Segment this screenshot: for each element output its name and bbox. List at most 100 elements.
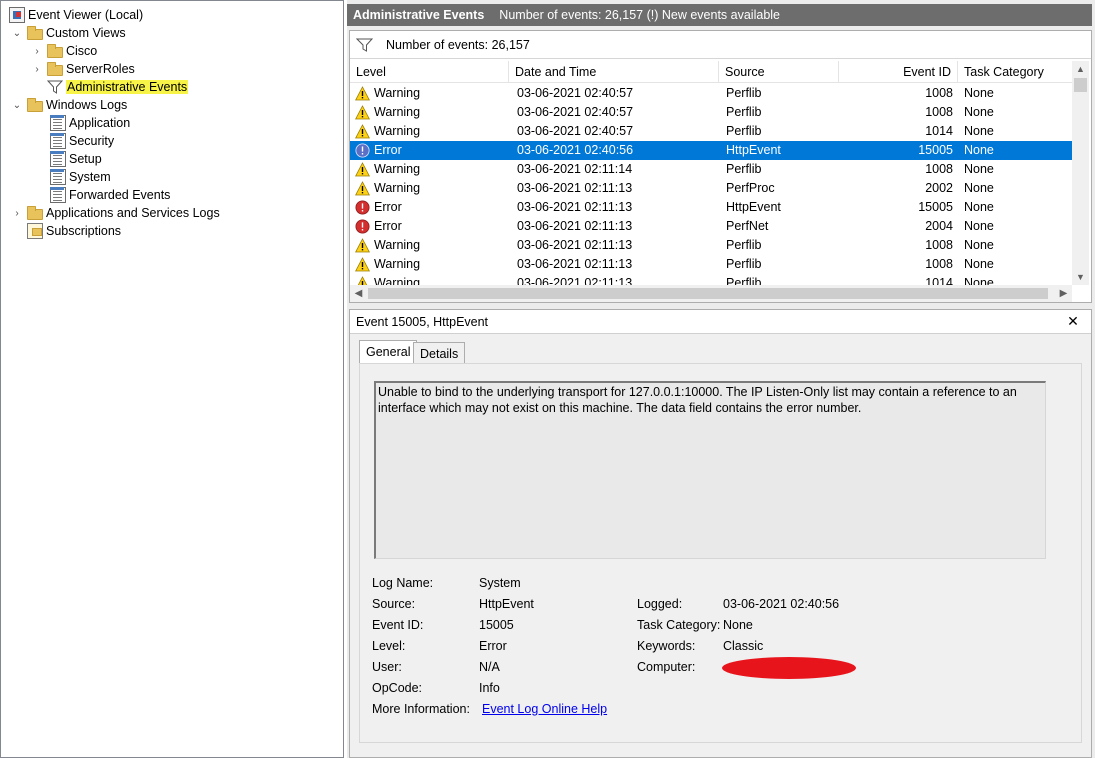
cell-source: Perflib xyxy=(726,124,762,138)
value-keywords: Classic xyxy=(723,639,764,653)
cell-level: Warning xyxy=(374,105,421,119)
subscriptions-icon xyxy=(27,223,43,239)
cell-source: HttpEvent xyxy=(726,200,781,214)
value-user: N/A xyxy=(479,660,500,674)
label-more-information: More Information: xyxy=(372,702,470,716)
tree-item-security-label: Security xyxy=(69,134,115,148)
cell-level: Warning xyxy=(374,181,421,195)
folder-icon xyxy=(47,44,63,58)
tree-item-administrative-events[interactable]: Administrative Events xyxy=(46,78,189,96)
cell-source: Perflib xyxy=(726,105,762,119)
tree-item-cisco[interactable]: › Cisco xyxy=(31,42,97,60)
cell-datetime: 03-06-2021 02:11:13 xyxy=(517,200,633,214)
tree-item-windows-logs[interactable]: ⌄ Windows Logs xyxy=(11,96,127,114)
table-row[interactable]: Warning 03-06-2021 02:11:13 Perflib 1008 Non… xyxy=(350,236,1073,255)
value-log-name: System xyxy=(479,576,521,590)
chevron-right-icon[interactable]: › xyxy=(31,63,43,75)
vertical-scrollbar[interactable]: ▲ ▼ xyxy=(1072,61,1089,285)
value-task-category: None xyxy=(723,618,753,632)
cell-source: HttpEvent xyxy=(726,143,781,157)
cell-task-category: None xyxy=(964,200,994,214)
scroll-down-icon[interactable]: ▼ xyxy=(1072,269,1089,285)
chevron-right-icon[interactable]: › xyxy=(31,45,43,57)
cell-level: Warning xyxy=(374,124,421,138)
column-header-level[interactable]: Level xyxy=(350,61,509,83)
label-event-id: Event ID: xyxy=(372,618,424,632)
scroll-up-icon[interactable]: ▲ xyxy=(1072,61,1089,77)
chevron-right-icon[interactable]: › xyxy=(11,207,23,219)
label-task-category: Task Category: xyxy=(637,618,721,632)
column-header-event-id[interactable]: Event ID xyxy=(839,61,958,83)
table-row[interactable]: Warning 03-06-2021 02:40:57 Perflib 1014 Non… xyxy=(350,122,1073,141)
event-log-online-help-link[interactable]: Event Log Online Help xyxy=(482,701,607,717)
tree-item-application[interactable]: Application xyxy=(50,114,130,132)
cell-datetime: 03-06-2021 02:40:57 xyxy=(517,105,634,119)
table-row[interactable]: Error 03-06-2021 02:40:56 HttpEvent 15005 No… xyxy=(350,141,1073,160)
table-row[interactable]: Error 03-06-2021 02:11:13 PerfNet 2004 None xyxy=(350,217,1073,236)
label-logged: Logged: xyxy=(637,597,683,611)
column-header-date-time[interactable]: Date and Time xyxy=(509,61,719,83)
scroll-left-icon[interactable]: ◀ xyxy=(350,285,367,302)
tree-item-application-label: Application xyxy=(69,116,131,130)
scroll-thumb[interactable] xyxy=(1074,78,1087,92)
cell-task-category: None xyxy=(964,124,994,138)
tree-item-serverroles-label: ServerRoles xyxy=(66,62,135,76)
event-grid: Level Date and Time Source Event ID Task… xyxy=(350,61,1073,285)
table-row[interactable]: Warning 03-06-2021 02:40:57 Perflib 1008 Non… xyxy=(350,103,1073,122)
folder-icon xyxy=(27,26,43,40)
filter-icon xyxy=(46,79,64,95)
filter-bar: Number of events: 26,157 xyxy=(350,31,1091,59)
close-icon[interactable]: ✕ xyxy=(1065,313,1081,329)
grid-header: Level Date and Time Source Event ID Task… xyxy=(350,61,1073,83)
column-header-task-category[interactable]: Task Category xyxy=(958,61,1073,83)
log-icon xyxy=(50,133,66,149)
table-row[interactable]: Error 03-06-2021 02:11:13 HttpEvent 15005 No… xyxy=(350,198,1073,217)
tree-item-windows-logs-label: Windows Logs xyxy=(46,98,128,112)
event-list-panel: Number of events: 26,157 Level Date and … xyxy=(349,30,1092,303)
cell-level: Warning xyxy=(374,238,421,252)
label-keywords: Keywords: xyxy=(637,639,696,653)
general-tab-body: Unable to bind to the underlying transpo… xyxy=(359,363,1082,743)
pane-title-info: Number of events: 26,157 (!) New events … xyxy=(499,8,780,22)
scroll-right-icon[interactable]: ▶ xyxy=(1055,285,1072,302)
cell-source: PerfNet xyxy=(726,219,769,233)
table-row[interactable]: Warning 03-06-2021 02:40:57 Perflib 1008 Non… xyxy=(350,84,1073,103)
tree-item-forwarded-events[interactable]: Forwarded Events xyxy=(50,186,170,204)
label-log-name: Log Name: xyxy=(372,576,434,590)
chevron-down-icon[interactable]: ⌄ xyxy=(11,27,23,39)
cell-level: Warning xyxy=(374,276,421,285)
event-description[interactable]: Unable to bind to the underlying transpo… xyxy=(374,381,1046,559)
table-row[interactable]: Warning 03-06-2021 02:11:13 Perflib 1008 Non… xyxy=(350,255,1073,274)
tab-general[interactable]: General xyxy=(359,340,418,364)
cell-task-category: None xyxy=(964,257,994,271)
tab-details[interactable]: Details xyxy=(413,342,466,364)
table-row[interactable]: Warning 03-06-2021 02:11:14 Perflib 1008 Non… xyxy=(350,160,1073,179)
tree-item-apps-services-logs[interactable]: › Applications and Services Logs xyxy=(11,204,220,222)
tree-item-root[interactable]: Event Viewer (Local) xyxy=(9,6,143,24)
chevron-down-icon[interactable]: ⌄ xyxy=(11,99,23,111)
tree-item-custom-views[interactable]: ⌄ Custom Views xyxy=(11,24,126,42)
cell-event-id: 1008 xyxy=(925,257,953,271)
column-header-source[interactable]: Source xyxy=(719,61,839,83)
tree-item-administrative-events-label: Administrative Events xyxy=(66,80,189,94)
tree-item-serverroles[interactable]: › ServerRoles xyxy=(31,60,135,78)
tree-item-subscriptions[interactable]: Subscriptions xyxy=(27,222,121,240)
tree-item-system[interactable]: System xyxy=(50,168,111,186)
cell-task-category: None xyxy=(964,105,994,119)
tree-item-security[interactable]: Security xyxy=(50,132,114,150)
tree-item-setup[interactable]: Setup xyxy=(50,150,102,168)
cell-datetime: 03-06-2021 02:11:13 xyxy=(517,257,633,271)
horizontal-scrollbar[interactable]: ◀ ▶ xyxy=(350,285,1072,302)
table-row[interactable]: Warning 03-06-2021 02:11:13 PerfProc 2002 No… xyxy=(350,179,1073,198)
computer-name-redaction xyxy=(722,657,856,679)
main-area: Administrative Events Number of events: … xyxy=(347,0,1095,758)
cell-datetime: 03-06-2021 02:11:13 xyxy=(517,276,633,285)
cell-source: Perflib xyxy=(726,276,762,285)
filter-icon[interactable] xyxy=(355,37,374,53)
cell-level: Warning xyxy=(374,162,421,176)
warning-icon xyxy=(355,124,370,139)
cell-source: Perflib xyxy=(726,238,762,252)
table-row[interactable]: Warning 03-06-2021 02:11:13 Perflib 1014 Non… xyxy=(350,274,1073,285)
scroll-thumb[interactable] xyxy=(368,288,1048,299)
value-level: Error xyxy=(479,639,507,653)
